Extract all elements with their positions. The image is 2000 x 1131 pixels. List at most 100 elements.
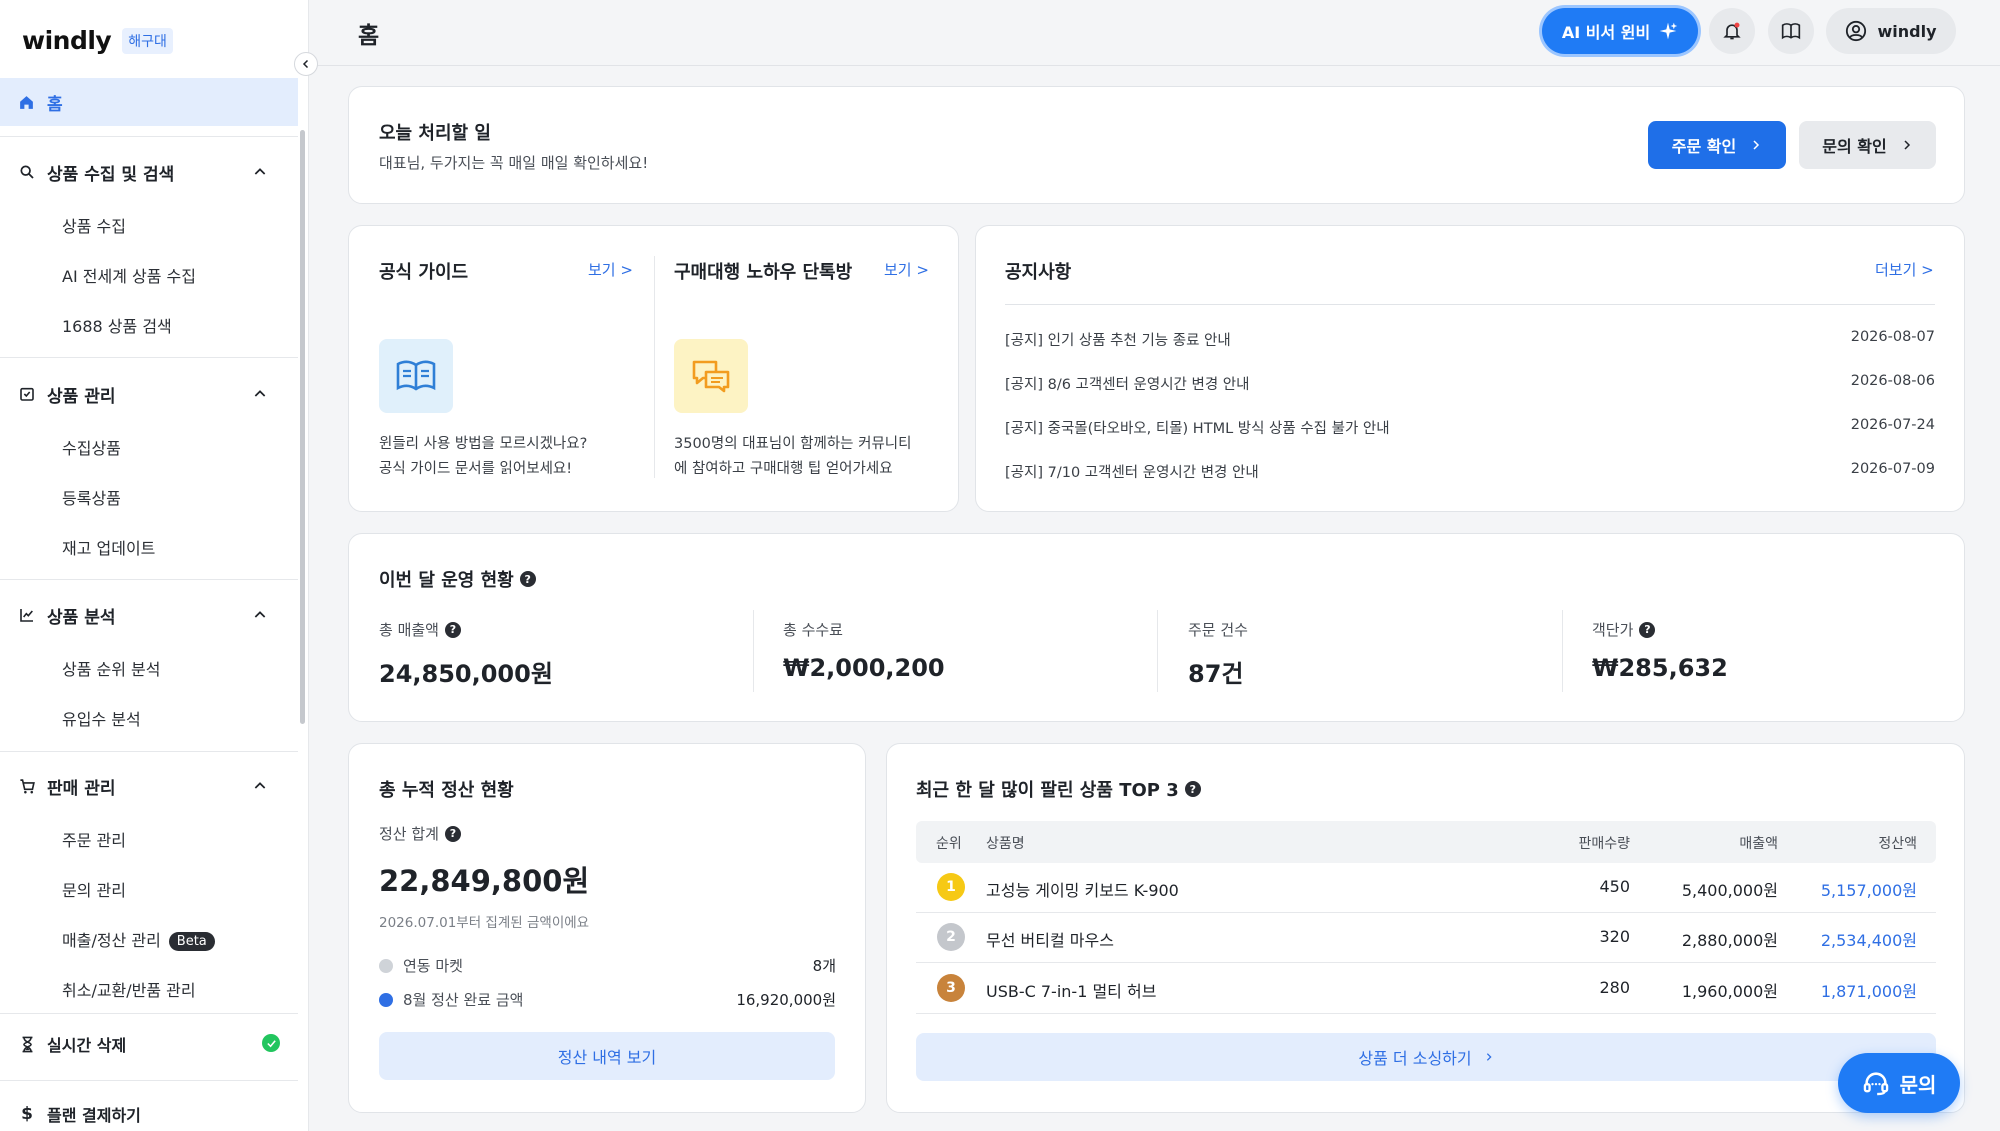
community-desc: 3500명의 대표님이 함께하는 커뮤니티 에 참여하고 구매대행 팁 얻어가세… bbox=[674, 432, 912, 482]
ai-assistant-button[interactable]: AI 비서 윈비 bbox=[1542, 8, 1698, 54]
sidebar-item-1688-search[interactable]: 1688 상품 검색 bbox=[62, 313, 172, 337]
sidebar-section-label: 상품 관리 bbox=[47, 386, 116, 407]
sidebar-item-returns[interactable]: 취소/교환/반품 관리 bbox=[62, 977, 196, 1001]
notice-item[interactable]: [공지] 인기 상품 추천 기능 종료 안내 bbox=[1005, 329, 1231, 350]
divider bbox=[654, 256, 655, 478]
sidebar-item-stock-update[interactable]: 재고 업데이트 bbox=[62, 535, 155, 559]
sidebar-item-collected[interactable]: 수집상품 bbox=[62, 435, 121, 459]
settlement-sum-label-text: 정산 합계 bbox=[379, 825, 439, 843]
done-label: 8월 정산 완료 금액 bbox=[403, 991, 524, 1009]
sidebar-item-home[interactable]: 홈 bbox=[0, 78, 298, 126]
notice-item[interactable]: [공지] 8/6 고객센터 운영시간 변경 안내 bbox=[1005, 373, 1249, 394]
sidebar-item-ai-collect[interactable]: AI 전세계 상품 수집 bbox=[62, 263, 196, 287]
rank-badge: 2 bbox=[937, 923, 965, 951]
row-divider bbox=[916, 912, 1936, 913]
chevron-right-icon bbox=[1486, 1053, 1492, 1061]
row-divider bbox=[916, 1013, 1936, 1014]
sidebar-item-realtime-delete[interactable]: 실시간 삭제 bbox=[0, 1020, 298, 1068]
divider bbox=[1562, 610, 1563, 692]
divider bbox=[0, 1080, 298, 1081]
sidebar-section-manage[interactable]: 상품 관리 bbox=[0, 370, 298, 418]
monthly-title: 이번 달 운영 현황? bbox=[379, 566, 536, 592]
sidebar-section-label: 판매 관리 bbox=[47, 778, 116, 799]
sidebar-item-collect[interactable]: 상품 수집 bbox=[62, 213, 126, 237]
sidebar-item-rank-analysis[interactable]: 상품 순위 분석 bbox=[62, 656, 161, 680]
chevron-right-icon bbox=[1904, 140, 1910, 150]
sidebar-item-registered[interactable]: 등록상품 bbox=[62, 485, 121, 509]
user-menu-button[interactable]: windly bbox=[1826, 8, 1956, 54]
sidebar-item-settlement[interactable]: 매출/정산 관리 Beta bbox=[62, 927, 215, 951]
sparkle-icon bbox=[1659, 22, 1678, 40]
th-name: 상품명 bbox=[986, 836, 1025, 852]
settlement-history-button[interactable]: 정산 내역 보기 bbox=[379, 1032, 835, 1080]
line-chart-icon bbox=[18, 606, 36, 624]
help-icon[interactable]: ? bbox=[444, 825, 461, 842]
community-tile bbox=[674, 339, 748, 413]
product-name[interactable]: 고성능 게이밍 키보드 K-900 bbox=[986, 877, 1179, 901]
sidebar-item-orders[interactable]: 주문 관리 bbox=[62, 827, 126, 851]
guide-desc: 윈들리 사용 방법을 모르시겠나요? 공식 가이드 문서를 읽어보세요! bbox=[379, 432, 587, 482]
guide-view-link[interactable]: 보기 > bbox=[588, 259, 633, 280]
notification-button[interactable] bbox=[1709, 8, 1755, 54]
th-rank: 순위 bbox=[936, 836, 962, 852]
settlement-sum-value: 22,849,800원 bbox=[379, 864, 590, 898]
sidebar-section-collect[interactable]: 상품 수집 및 검색 bbox=[0, 148, 298, 196]
notice-item[interactable]: [공지] 7/10 고객센터 운영시간 변경 안내 bbox=[1005, 461, 1259, 482]
legend-dot-market bbox=[379, 959, 393, 973]
th-settle: 정산액 bbox=[1878, 836, 1917, 852]
headset-icon bbox=[1863, 1072, 1888, 1096]
order-check-button[interactable]: 주문 확인 bbox=[1648, 121, 1786, 169]
bell-icon bbox=[1723, 22, 1741, 40]
divider bbox=[0, 579, 298, 580]
inquiry-fab-label: 문의 bbox=[1899, 1072, 1937, 1097]
product-name[interactable]: USB-C 7-in-1 멀티 허브 bbox=[986, 978, 1156, 1002]
search-icon bbox=[18, 163, 36, 181]
sidebar-item-label: 실시간 삭제 bbox=[47, 1036, 127, 1055]
sidebar-item-plan-payment[interactable]: $ 플랜 결제하기 bbox=[0, 1090, 298, 1131]
chevron-up-icon bbox=[254, 390, 266, 397]
row-divider bbox=[916, 962, 1936, 963]
inquiry-check-button[interactable]: 문의 확인 bbox=[1799, 121, 1936, 169]
top3-title-text: 최근 한 달 많이 팔린 상품 TOP 3 bbox=[916, 780, 1179, 801]
rank-badge: 3 bbox=[937, 974, 965, 1002]
settlement-title: 총 누적 정산 현황 bbox=[379, 780, 514, 801]
sidebar-collapse-button[interactable] bbox=[294, 52, 318, 76]
notices-more-link[interactable]: 더보기 > bbox=[1875, 259, 1934, 280]
clipboard-check-icon bbox=[18, 385, 36, 403]
help-icon[interactable]: ? bbox=[1639, 621, 1656, 638]
divider bbox=[0, 357, 298, 358]
chevron-up-icon bbox=[254, 611, 266, 618]
stat-label-text: 총 매출액 bbox=[379, 621, 439, 639]
community-desc-line: 에 참여하고 구매대행 팁 얻어가세요 bbox=[674, 461, 893, 477]
notice-item[interactable]: [공지] 중국몰(타오바오, 티몰) HTML 방식 상품 수집 불가 안내 bbox=[1005, 417, 1390, 438]
sidebar-section-sales[interactable]: 판매 관리 bbox=[0, 762, 298, 810]
source-more-button[interactable]: 상품 더 소싱하기 bbox=[916, 1033, 1936, 1081]
chevron-right-icon bbox=[1753, 140, 1760, 150]
help-icon[interactable]: ? bbox=[444, 621, 461, 638]
guide-desc-line: 공식 가이드 문서를 읽어보세요! bbox=[379, 461, 573, 477]
logo[interactable]: windly bbox=[22, 26, 112, 55]
help-icon[interactable]: ? bbox=[519, 571, 536, 587]
product-sales: 1,960,000원 bbox=[1681, 982, 1778, 1001]
top3-title: 최근 한 달 많이 팔린 상품 TOP 3? bbox=[916, 776, 1201, 802]
notices-title: 공지사항 bbox=[1005, 262, 1072, 283]
sidebar-scrollbar[interactable] bbox=[300, 130, 305, 724]
market-label: 연동 마켓 bbox=[403, 957, 463, 975]
community-view-link[interactable]: 보기 > bbox=[884, 259, 929, 280]
inquiry-fab[interactable]: 문의 bbox=[1838, 1053, 1960, 1113]
sidebar-item-traffic-analysis[interactable]: 유입수 분석 bbox=[62, 706, 141, 730]
dollar-icon: $ bbox=[21, 1104, 33, 1124]
sidebar-item-inquiries[interactable]: 문의 관리 bbox=[62, 877, 126, 901]
guide-button[interactable] bbox=[1768, 8, 1814, 54]
hourglass-icon bbox=[18, 1035, 36, 1053]
done-value: 16,920,000원 bbox=[736, 991, 836, 1009]
help-icon[interactable]: ? bbox=[1184, 781, 1201, 797]
stat-label: 주문 건수 bbox=[1188, 621, 1248, 639]
product-name[interactable]: 무선 버티컬 마우스 bbox=[986, 927, 1114, 951]
legend-dot-done bbox=[379, 993, 393, 1007]
community-title: 구매대행 노하우 단톡방 bbox=[674, 262, 853, 283]
monthly-title-text: 이번 달 운영 현황 bbox=[379, 570, 514, 591]
product-settle: 1,871,000원 bbox=[1820, 982, 1917, 1001]
sidebar: windly 해구대 홈 상품 수집 및 검색 상품 수집 AI 전세계 상품 … bbox=[0, 0, 309, 1131]
sidebar-section-analysis[interactable]: 상품 분석 bbox=[0, 591, 298, 639]
